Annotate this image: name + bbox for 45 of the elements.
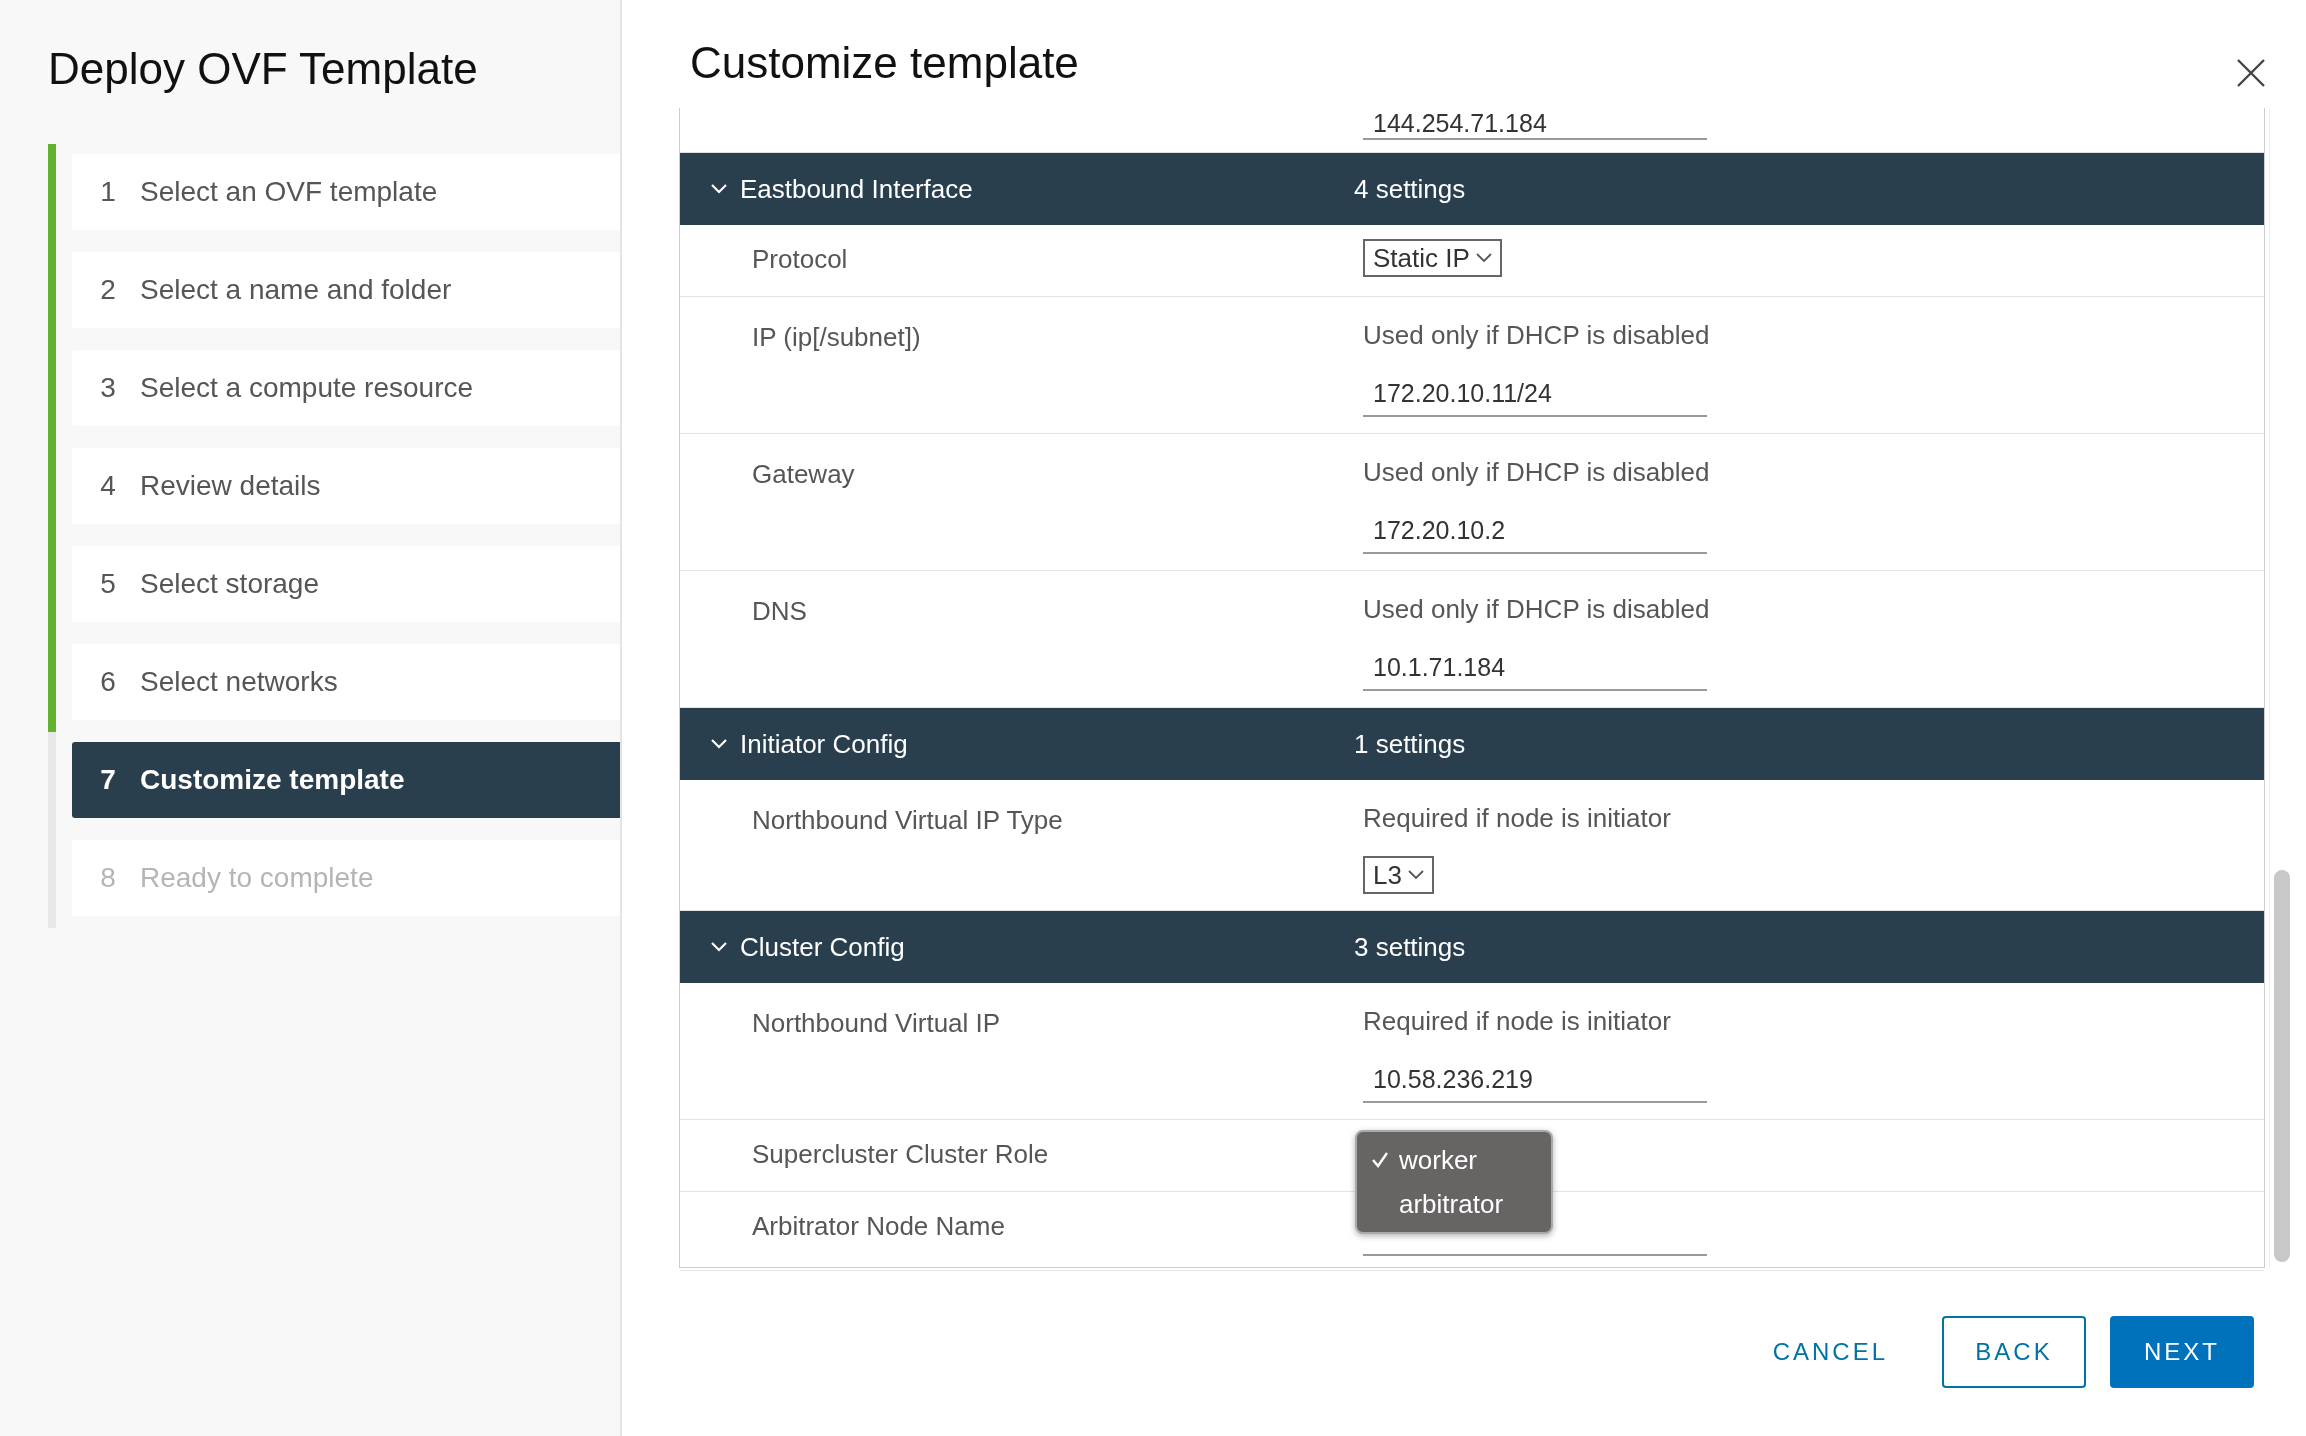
setting-label: Northbound Virtual IP Type [751, 804, 1064, 837]
close-icon[interactable] [2236, 58, 2266, 88]
wizard-step[interactable]: 2 Select a name and folder [72, 252, 620, 328]
section-header[interactable]: Cluster Config 3 settings [680, 911, 2264, 983]
setting-hint: Used only if DHCP is disabled [1363, 319, 1710, 352]
setting-label: IP (ip[/subnet]) [751, 321, 922, 354]
wizard-title: Deploy OVF Template [48, 44, 479, 95]
setting-hint: Required if node is initiator [1363, 1005, 1672, 1038]
chevron-icon [710, 941, 728, 953]
text-field[interactable]: 144.254.71.184 [1363, 108, 1707, 140]
wizard-step[interactable]: 1 Select an OVF template [72, 154, 620, 230]
select-dropdown[interactable]: L3 [1363, 856, 1434, 894]
next-button[interactable]: NEXT [2110, 1316, 2254, 1388]
setting-label: Gateway [751, 458, 856, 491]
section-header[interactable]: Initiator Config 1 settings [680, 708, 2264, 780]
caret-icon [1407, 870, 1424, 880]
setting-hint: Required if node is initiator [1363, 802, 1671, 835]
cancel-button[interactable]: CANCEL [1742, 1316, 1918, 1388]
text-field[interactable]: 172.20.10.11/24 [1363, 373, 1707, 417]
chevron-icon [710, 738, 728, 750]
wizard-step[interactable]: 3 Select a compute resource [72, 350, 620, 426]
caret-icon [1475, 253, 1492, 263]
page-title: Customize template [690, 38, 1079, 88]
text-field[interactable]: 10.1.71.184 [1363, 647, 1707, 691]
menu-option[interactable]: worker [1357, 1138, 1551, 1182]
back-button[interactable]: BACK [1942, 1316, 2086, 1388]
setting-label: Northbound Virtual IP [751, 1007, 1002, 1040]
wizard-step[interactable]: 7 Customize template [72, 742, 620, 818]
setting-hint: Used only if DHCP is disabled [1363, 593, 1710, 626]
scrollbar-thumb[interactable] [2274, 870, 2290, 1262]
wizard-step[interactable]: 6 Select networks [72, 644, 620, 720]
setting-label: Arbitrator Node Name [751, 1210, 1006, 1243]
menu-option[interactable]: arbitrator [1357, 1182, 1551, 1226]
setting-label: DNS [751, 595, 808, 628]
setting-hint: Used only if DHCP is disabled [1363, 456, 1710, 489]
section-header[interactable]: Eastbound Interface 4 settings [680, 153, 2264, 225]
wizard-step[interactable]: 5 Select storage [72, 546, 620, 622]
setting-label: Supercluster Cluster Role [751, 1138, 1050, 1171]
select-dropdown[interactable]: Static IP [1363, 239, 1502, 277]
wizard-step: 8 Ready to complete [72, 840, 620, 916]
text-field[interactable]: 10.58.236.219 [1363, 1059, 1707, 1103]
chevron-icon [710, 183, 728, 195]
setting-label: Protocol [751, 243, 849, 276]
text-field[interactable]: 172.20.10.2 [1363, 510, 1707, 554]
wizard-step[interactable]: 4 Review details [72, 448, 620, 524]
